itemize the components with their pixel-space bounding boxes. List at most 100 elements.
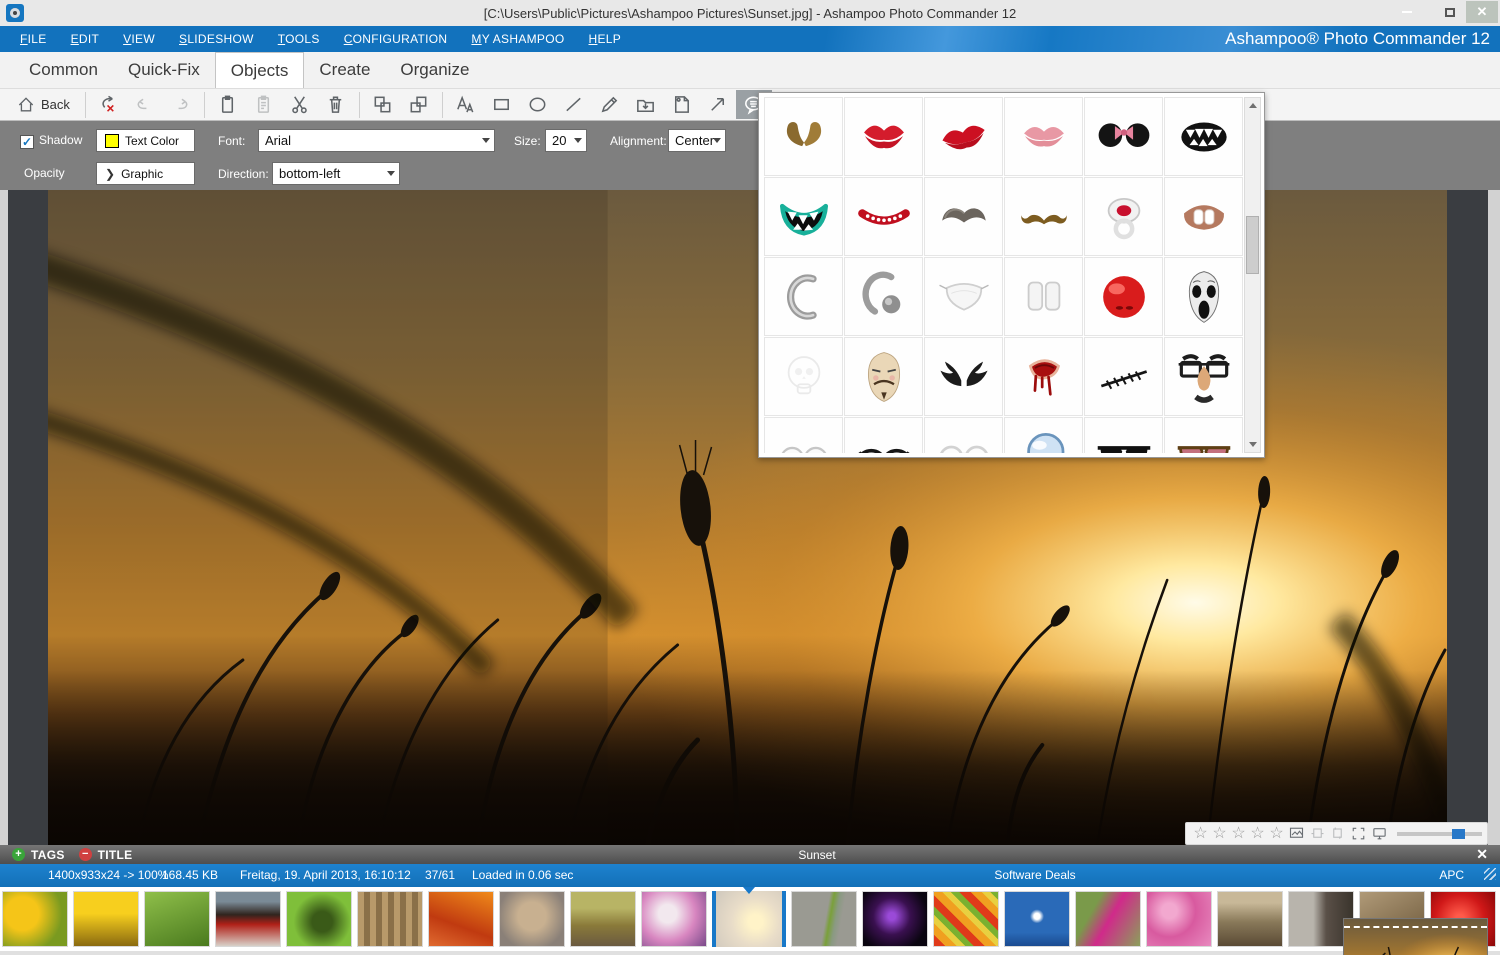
thumbnail-puppy[interactable] xyxy=(499,891,565,947)
rating-star[interactable]: ☆ xyxy=(1267,824,1286,844)
software-deals-link[interactable]: Software Deals xyxy=(994,868,1075,882)
close-button[interactable]: ✕ xyxy=(1466,1,1498,23)
font-select[interactable]: Arial xyxy=(258,129,495,152)
thumbnail-sparrows[interactable] xyxy=(1217,891,1283,947)
insert-image-button[interactable] xyxy=(628,90,664,119)
monitor-view-button[interactable] xyxy=(1369,824,1390,844)
sticker-scream-mask[interactable] xyxy=(1164,257,1243,336)
thumbnail-bird-in-sky[interactable] xyxy=(1004,891,1070,947)
rectangle-tool-button[interactable] xyxy=(484,90,520,119)
thumbnail-fruit-market[interactable] xyxy=(933,891,999,947)
sticker-hoop-earring[interactable] xyxy=(764,257,843,336)
sticker-buck-teeth[interactable] xyxy=(1164,177,1243,256)
pencil-tool-button[interactable] xyxy=(592,90,628,119)
thumbnail-pink-blossoms[interactable] xyxy=(641,891,707,947)
sticker-red-grin-teeth[interactable] xyxy=(844,177,923,256)
arrow-tool-button[interactable] xyxy=(700,90,736,119)
thumbnail-orange-lily[interactable] xyxy=(428,891,494,947)
thumbnail-red-admiral-butterfly[interactable] xyxy=(215,891,281,947)
rating-star[interactable]: ☆ xyxy=(1229,824,1248,844)
thumbnail-yellow-flower-bee[interactable] xyxy=(73,891,139,947)
resize-grip[interactable] xyxy=(1484,868,1496,880)
sticker-panel-scrollbar[interactable] xyxy=(1244,97,1261,453)
sticker-red-lips-smudge[interactable] xyxy=(924,97,1003,176)
thumbnail-grasshopper[interactable] xyxy=(791,891,857,947)
direction-select[interactable]: bottom-left xyxy=(272,162,400,185)
fit-window-button[interactable] xyxy=(1327,824,1348,844)
sticker-blue-monocle[interactable] xyxy=(1004,417,1083,453)
sticker-monster-mouth[interactable] xyxy=(1164,97,1243,176)
thumbnail-magenta-flowers[interactable] xyxy=(1075,891,1141,947)
tags-label[interactable]: TAGS xyxy=(31,848,65,862)
menu-tools[interactable]: TOOLS xyxy=(278,32,320,46)
menu-edit[interactable]: EDIT xyxy=(71,32,100,46)
thumbnail-green-bottle-fly[interactable] xyxy=(286,891,352,947)
thumbnail-pink-phlox[interactable] xyxy=(1146,891,1212,947)
sticker-handlebar-mustache[interactable] xyxy=(1004,177,1083,256)
size-select[interactable]: 20 xyxy=(545,129,587,152)
menu-view[interactable]: VIEW xyxy=(123,32,155,46)
bring-forward-button[interactable] xyxy=(365,90,401,119)
sticker-fawkes-mask[interactable] xyxy=(844,337,923,416)
thumbnail-purple-smoke[interactable] xyxy=(862,891,928,947)
remove-title-icon[interactable]: − xyxy=(79,848,92,861)
menu-my-ashampoo[interactable]: MY ASHAMPOO xyxy=(471,32,564,46)
line-tool-button[interactable] xyxy=(556,90,592,119)
thumbnail-view-button[interactable] xyxy=(1286,824,1307,844)
shadow-checkbox[interactable]: ✓Shadow xyxy=(20,133,82,149)
sticker-stitch-scar[interactable] xyxy=(1084,337,1163,416)
tab-organize[interactable]: Organize xyxy=(385,52,484,88)
rating-star[interactable]: ☆ xyxy=(1191,824,1210,844)
text-tool-button[interactable] xyxy=(448,90,484,119)
scrollbar-thumb[interactable] xyxy=(1246,216,1259,274)
tab-create[interactable]: Create xyxy=(304,52,385,88)
thumbnail-sunrise-mist[interactable] xyxy=(712,891,786,947)
redo-button[interactable] xyxy=(163,90,199,119)
tab-objects[interactable]: Objects xyxy=(215,52,305,88)
sticker-rimless-glasses[interactable] xyxy=(764,417,843,453)
sticker-round-glasses[interactable] xyxy=(924,417,1003,453)
rating-star[interactable]: ☆ xyxy=(1248,824,1267,844)
delete-button[interactable] xyxy=(318,90,354,119)
scroll-down-button[interactable] xyxy=(1245,437,1260,452)
sticker-pink-lips[interactable] xyxy=(1004,97,1083,176)
text-color-button[interactable]: Text Color xyxy=(96,129,195,152)
shadow-checkbox-box[interactable]: ✓ xyxy=(20,135,34,149)
sticker-black-sunglasses[interactable] xyxy=(1084,417,1163,453)
close-tags-bar-icon[interactable]: ✕ xyxy=(1476,846,1488,863)
sticker-groucho-glasses[interactable] xyxy=(1164,337,1243,416)
fullscreen-button[interactable] xyxy=(1348,824,1369,844)
cancel-edits-button[interactable] xyxy=(91,90,127,119)
sticker-face-mask[interactable] xyxy=(924,257,1003,336)
sticker-gray-mustache[interactable] xyxy=(924,177,1003,256)
sticker-black-frame-glasses[interactable] xyxy=(844,417,923,453)
sticker-ram-horns[interactable] xyxy=(764,97,843,176)
menu-configuration[interactable]: CONFIGURATION xyxy=(344,32,448,46)
send-backward-button[interactable] xyxy=(401,90,437,119)
zoom-slider[interactable] xyxy=(1397,832,1482,836)
menu-file[interactable]: FILE xyxy=(20,32,47,46)
zoom-slider-thumb[interactable] xyxy=(1452,829,1465,839)
sticker-mouse-ears-bow[interactable] xyxy=(1084,97,1163,176)
menu-slideshow[interactable]: SLIDESHOW xyxy=(179,32,254,46)
sticker-ball-earring[interactable] xyxy=(844,257,923,336)
thumbnail-hoverfly-leaf[interactable] xyxy=(144,891,210,947)
back-button[interactable]: Back xyxy=(6,90,80,119)
scroll-up-button[interactable] xyxy=(1245,98,1260,113)
tab-quick-fix[interactable]: Quick-Fix xyxy=(113,52,215,88)
copy-button[interactable] xyxy=(210,90,246,119)
alignment-select[interactable]: Center xyxy=(668,129,726,152)
tab-common[interactable]: Common xyxy=(14,52,113,88)
sticker-skull-faint[interactable] xyxy=(764,337,843,416)
add-tag-icon[interactable]: + xyxy=(12,848,25,861)
undo-button[interactable] xyxy=(127,90,163,119)
sticker-bloody-wound[interactable] xyxy=(1004,337,1083,416)
sticker-monster-grin-teal[interactable] xyxy=(764,177,843,256)
cut-button[interactable] xyxy=(282,90,318,119)
rating-star[interactable]: ☆ xyxy=(1210,824,1229,844)
paste-button[interactable] xyxy=(246,90,282,119)
fit-width-button[interactable] xyxy=(1307,824,1328,844)
title-label[interactable]: TITLE xyxy=(98,848,133,862)
note-tool-button[interactable] xyxy=(664,90,700,119)
sticker-red-lips[interactable] xyxy=(844,97,923,176)
